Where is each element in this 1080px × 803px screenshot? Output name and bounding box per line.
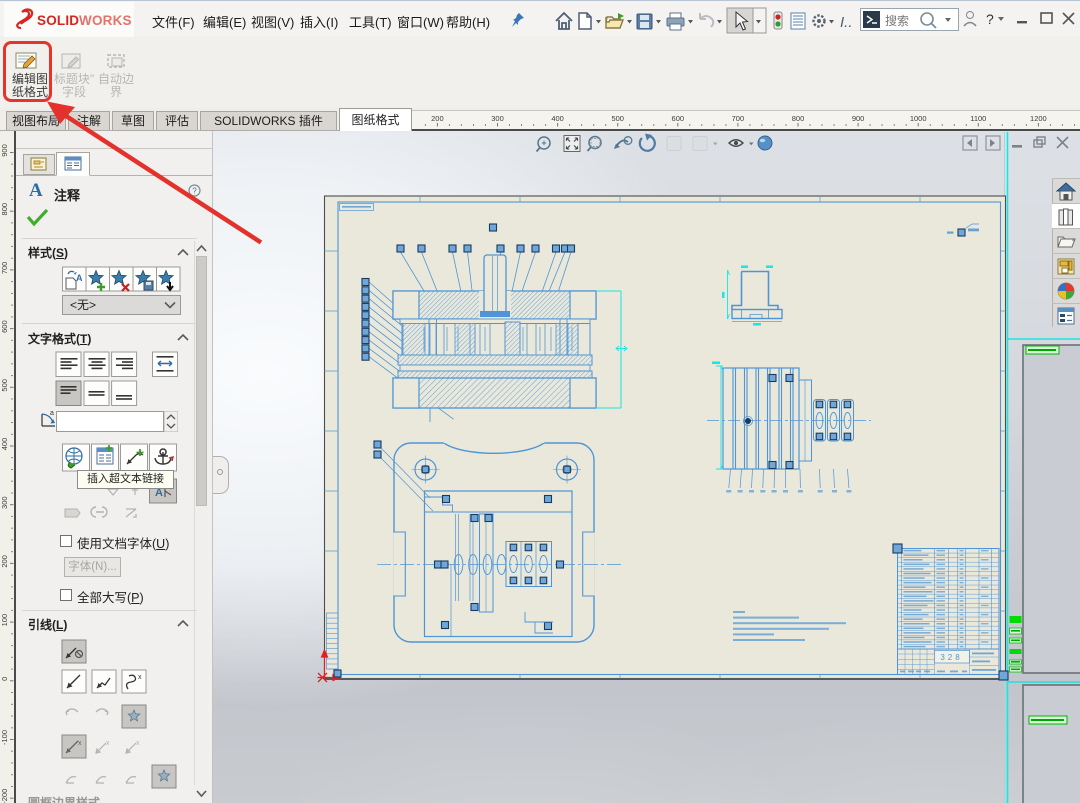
- svg-text:700: 700: [732, 114, 745, 123]
- svg-text:600: 600: [0, 320, 9, 333]
- svg-text:-100: -100: [0, 730, 9, 745]
- svg-text:200: 200: [431, 114, 444, 123]
- svg-text:WORKS: WORKS: [79, 13, 132, 28]
- svg-text:700: 700: [0, 262, 9, 275]
- svg-text:?: ?: [986, 11, 994, 27]
- svg-text:?: ?: [192, 187, 197, 196]
- svg-text:900: 900: [852, 114, 865, 123]
- svg-text:1200: 1200: [1030, 114, 1047, 123]
- svg-text:300: 300: [491, 114, 504, 123]
- svg-text:400: 400: [551, 114, 564, 123]
- svg-text:200: 200: [0, 555, 9, 568]
- svg-text:100: 100: [0, 614, 9, 627]
- svg-text:800: 800: [0, 203, 9, 216]
- svg-text:300: 300: [0, 496, 9, 509]
- svg-text:I..: I..: [840, 14, 853, 31]
- svg-text:400: 400: [0, 438, 9, 451]
- svg-text:1000: 1000: [910, 114, 927, 123]
- svg-text:0: 0: [0, 677, 9, 681]
- svg-text:SOLID: SOLID: [37, 13, 79, 28]
- svg-text:900: 900: [0, 144, 9, 157]
- svg-text:1100: 1100: [970, 114, 986, 123]
- svg-text:-200: -200: [0, 789, 9, 803]
- svg-text:500: 500: [0, 379, 9, 392]
- svg-text:800: 800: [792, 114, 805, 123]
- svg-text:600: 600: [672, 114, 685, 123]
- svg-text:500: 500: [611, 114, 624, 123]
